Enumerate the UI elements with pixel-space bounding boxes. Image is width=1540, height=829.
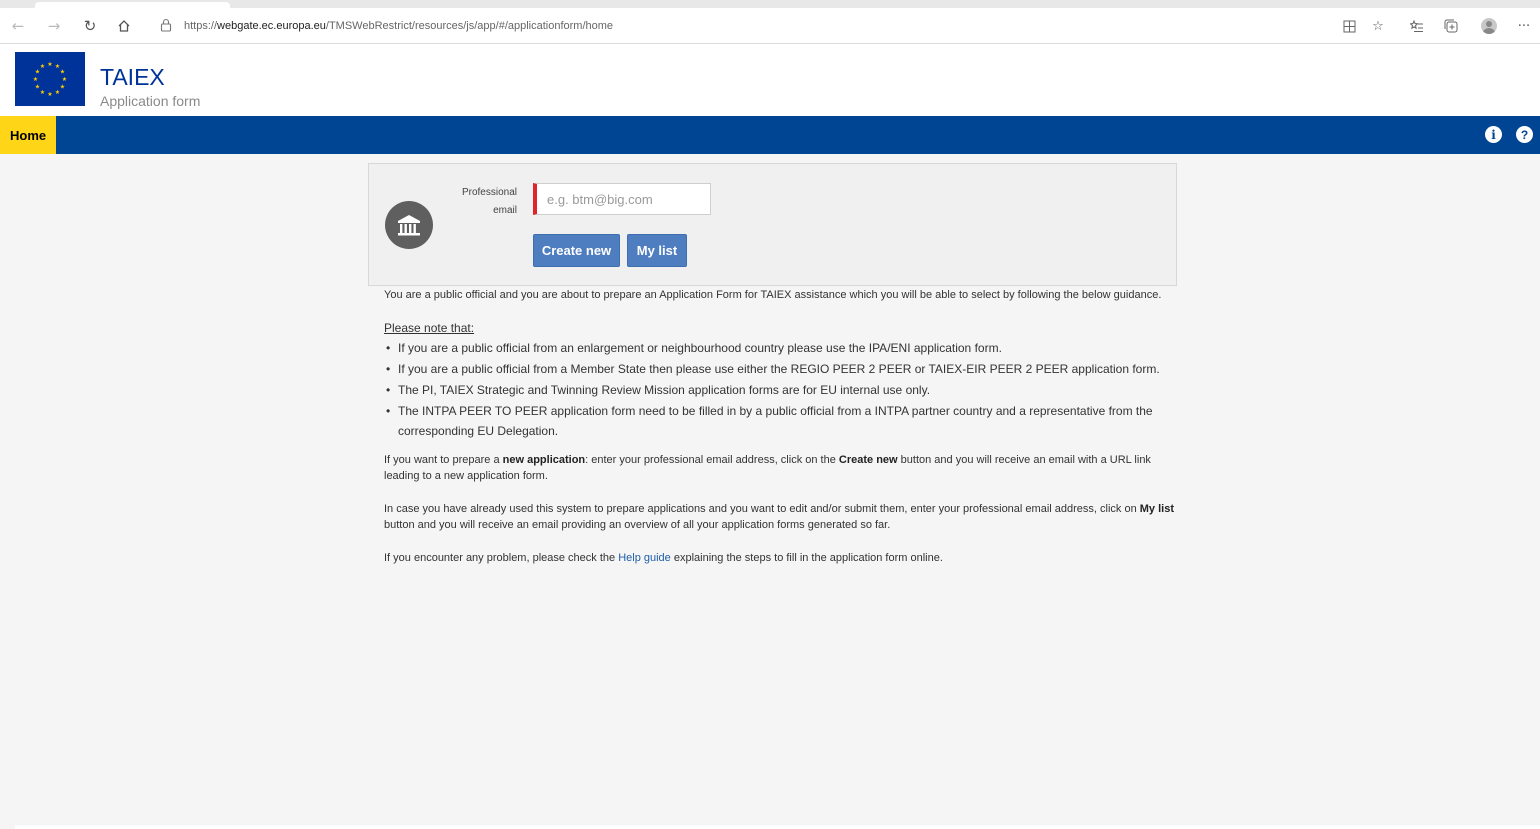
browser-tab-strip: [0, 0, 1540, 8]
text-span: button and you will receive an email pro…: [384, 519, 891, 531]
create-new-button[interactable]: Create new: [533, 234, 620, 267]
address-bar[interactable]: https://webgate.ec.europa.eu/TMSWebRestr…: [184, 20, 613, 32]
info-icon[interactable]: i: [1485, 126, 1502, 143]
email-form-panel: Professional email Create new My list: [368, 163, 1177, 286]
svg-text:★: ★: [62, 76, 67, 83]
text-span: : enter your professional email address,…: [585, 454, 839, 466]
email-input[interactable]: [533, 183, 711, 215]
svg-text:★: ★: [47, 61, 52, 68]
back-icon[interactable]: ←: [8, 16, 28, 36]
eu-flag-logo: ★ ★ ★ ★ ★ ★ ★ ★ ★ ★ ★ ★: [15, 52, 85, 106]
new-application-paragraph: If you want to prepare a new application…: [384, 452, 1174, 484]
home-icon[interactable]: [114, 16, 134, 36]
email-label: Professional email: [461, 187, 517, 216]
help-paragraph: If you encounter any problem, please che…: [384, 550, 1174, 566]
forward-icon[interactable]: →: [44, 16, 64, 36]
list-item: The INTPA PEER TO PEER application form …: [384, 401, 1174, 441]
help-icon[interactable]: ?: [1516, 126, 1533, 143]
text-span: explaining the steps to fill in the appl…: [670, 552, 943, 564]
guidance-section: You are a public official and you are ab…: [384, 287, 1174, 566]
collections-icon[interactable]: [1442, 17, 1460, 35]
note-title: Please note that:: [384, 321, 475, 335]
intro-text: You are a public official and you are ab…: [384, 289, 1162, 301]
bold-span: My list: [1139, 503, 1174, 515]
favorites-icon[interactable]: [1408, 17, 1426, 35]
text-span: In case you have already used this syste…: [384, 503, 1140, 515]
my-list-button[interactable]: My list: [627, 234, 687, 267]
svg-text:★: ★: [60, 69, 65, 76]
svg-text:★: ★: [55, 89, 60, 96]
page-header: ★ ★ ★ ★ ★ ★ ★ ★ ★ ★ ★ ★ TAIEX Applicatio…: [0, 44, 1540, 116]
lock-icon[interactable]: [160, 18, 174, 34]
svg-text:★: ★: [40, 89, 45, 96]
text-span: If you want to prepare a: [384, 454, 503, 466]
profile-icon[interactable]: [1481, 18, 1497, 34]
svg-text:★: ★: [60, 84, 65, 91]
svg-text:★: ★: [40, 63, 45, 70]
url-prefix: https://: [184, 20, 218, 32]
url-domain: webgate.ec.europa.eu: [217, 20, 326, 32]
page-bottom-edge: [15, 825, 1540, 829]
institution-icon: [385, 201, 433, 249]
main-navbar: Home i ?: [0, 116, 1540, 154]
svg-text:★: ★: [47, 91, 52, 98]
note-list: If you are a public official from an enl…: [384, 338, 1174, 441]
svg-text:★: ★: [33, 76, 38, 83]
bold-span: Create new: [838, 454, 898, 466]
split-screen-icon[interactable]: [1340, 17, 1358, 35]
url-path: /TMSWebRestrict/resources/js/app/#/appli…: [325, 20, 614, 32]
app-title: TAIEX: [100, 64, 165, 90]
browser-toolbar: ← → ↻ https://webgate.ec.europa.eu/TMSWe…: [0, 8, 1540, 44]
list-item: If you are a public official from an enl…: [384, 338, 1174, 358]
refresh-icon[interactable]: ↻: [80, 16, 100, 36]
bold-span: new application: [502, 454, 586, 466]
nav-home-tab[interactable]: Home: [0, 116, 56, 154]
app-subtitle: Application form: [100, 93, 201, 109]
list-item: The PI, TAIEX Strategic and Twinning Rev…: [384, 380, 1174, 400]
text-span: If you encounter any problem, please che…: [384, 552, 619, 564]
more-icon[interactable]: ···: [1515, 17, 1533, 35]
svg-text:★: ★: [35, 84, 40, 91]
my-list-paragraph: In case you have already used this syste…: [384, 501, 1174, 533]
add-favorite-icon[interactable]: ☆: [1369, 17, 1387, 35]
list-item: If you are a public official from a Memb…: [384, 359, 1174, 379]
help-guide-link[interactable]: Help guide: [618, 552, 671, 564]
